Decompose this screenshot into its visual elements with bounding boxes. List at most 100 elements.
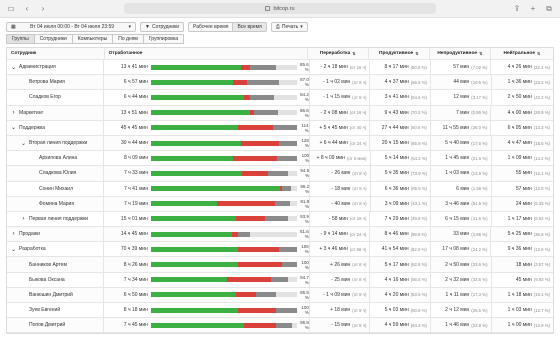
tab-grouping[interactable]: Группировка [142,34,184,44]
overtime-value: - 25 мин [331,276,351,283]
table-row[interactable]: Быкова Оксана 7 ч 34 мин 94.7 % - 25 мин (от… [7,272,553,288]
neutral-cell: 18 мин (3.57 %) [490,257,553,272]
chevron-down-icon: ▾ [300,24,303,30]
table-row[interactable]: ⌄ Поддержка 45 ч 45 мин 114 % + 5 ч 45 мин (о… [7,120,553,136]
all-time-button[interactable]: Все время [233,22,267,32]
productive-value: 5 ч 35 мин [384,170,409,177]
column-header-neutral[interactable]: Нейтральное ⇅ [489,48,553,59]
table-row[interactable]: Ванюшин Дмитрий 6 ч 50 мин 85.5 % - 1 ч 09 … [7,287,553,303]
worked-time: 7 ч 34 мин [123,276,148,283]
productive-cell: 7 ч 29 мин (49.8 %) [369,211,430,227]
tab-groups[interactable]: Группы [6,34,35,44]
employee-name[interactable]: Маркетинг [19,110,43,116]
employee-name[interactable]: Зуев Евгений [29,307,60,313]
productive-segment [150,246,239,252]
tab-employees[interactable]: Сотрудники [33,34,73,44]
table-row[interactable]: Сонин Михаил 7 ч 41 мин 96.2 % - 18 мин (от … [7,181,553,197]
employee-name[interactable]: Поддержка [19,125,45,131]
unproductive-segment [241,64,250,70]
expand-toggle-icon[interactable]: › [11,110,16,116]
worked-time: 70 ч 39 мин [120,246,148,253]
employee-name[interactable]: Сладкова Юлия [39,170,76,176]
worked-cell: 6 ч 50 мин 85.5 % [102,287,309,302]
neutral-segment [249,64,277,70]
table-row[interactable]: Архипова Алина 8 ч 09 мин 100 % + 8 ч 09 ми… [7,151,553,167]
employee-name[interactable]: Первая линия поддержки [29,216,88,222]
employee-name[interactable]: Фомина Мария [39,201,74,207]
worked-cell: 6 ч 44 мин 84.2 % [102,90,309,105]
forward-icon[interactable]: › [38,4,48,14]
work-time-button[interactable]: Рабочее время [188,22,234,32]
new-tab-icon[interactable]: + [528,4,538,14]
neutral-percent: (42.2 %) [533,94,551,100]
neutral-cell: 4 ч 00 мин (28.9 %) [490,105,553,120]
table-row[interactable]: ⌄ Вторая линия поддержки 30 ч 44 мин 128 % +… [7,135,553,152]
back-icon[interactable]: ‹ [22,4,32,14]
expand-toggle-icon[interactable]: ⌄ [21,140,26,147]
date-range-picker[interactable]: ▦ Вт 04 июля 00:00 - Вт 04 июля 23:59 ▾ [6,22,136,32]
column-header-employee[interactable]: Сотрудник [7,51,104,56]
productive-segment [150,216,236,222]
neutral-percent: (13.6 %) [533,246,550,252]
expand-toggle-icon[interactable]: › [21,216,26,222]
tabs-overview-icon[interactable]: ⧉ [544,4,554,14]
table-row[interactable]: › Маркетинг 13 ч 51 мин 86.6 % - 2 ч 08 мин(… [7,105,553,121]
unproductive-segment [238,246,280,252]
employee-name[interactable]: Сонин Михаил [39,186,73,192]
share-icon[interactable]: ⇪ [512,4,522,14]
employee-name[interactable]: Банников Артем [29,262,67,268]
employee-name[interactable]: Сладков Егор [29,94,61,100]
worked-percent: 61.6 % [299,229,309,240]
employee-name[interactable]: Быкова Оксана [29,277,65,283]
table-row[interactable]: › Продажи 14 ч 45 мин 61.6 % - 9 ч 14 мин (от… [7,227,553,243]
expand-toggle-icon[interactable]: ⌄ [11,246,16,253]
tab-computers[interactable]: Компьютеры [71,34,114,44]
neutral-percent: (19.1 %) [533,292,551,298]
employee-name[interactable]: Архипова Алина [39,155,77,161]
activity-bar [151,155,298,161]
table-row[interactable]: › Первая линия поддержки 15 ч 01 мин 93.9 %… [7,211,553,228]
neutral-cell: 1 ч 03 мин (12.7 %) [490,303,553,318]
table-row[interactable]: Банников Артем 8 ч 26 мин 100 % + 26 мин (от… [7,257,553,273]
productive-value: 8 ч 17 мин [384,64,409,71]
table-row[interactable]: Сладков Егор 6 ч 44 мин 84.2 % - 1 ч 15 мин… [7,90,553,106]
unproductive-cell: 2 ч 50 мин (33.6 %) [429,257,491,272]
column-header-overtime[interactable]: Переработка ⇅ [306,48,368,59]
employee-name[interactable]: Администрация [19,64,56,70]
productive-cell: 8 ч 46 мин (59.5 %) [369,227,430,242]
employee-name[interactable]: Вторая линия поддержки [29,140,87,146]
expand-toggle-icon[interactable]: › [11,231,16,237]
table-row[interactable]: Попов Дмитрий 7 ч 45 мин 96.8 % - 15 мин (от… [7,318,553,334]
unproductive-segment [235,292,256,298]
employee-name[interactable]: Разработка [19,246,46,252]
column-header-unproductive[interactable]: Непродуктивное ⇅ [428,48,490,59]
table-row[interactable]: ⌄ Разработка 70 ч 39 мин 106 % + 3 ч 46 мин(… [7,242,553,258]
table-row[interactable]: ⌄ Администрация 13 ч 41 мин 85.6 % - 2 ч 18 … [7,60,553,76]
unproductive-percent: (17.6 %) [471,140,488,146]
neutral-percent: (8.52 %) [533,216,551,222]
column-header-label: Непродуктивное [437,51,478,56]
column-header-worked[interactable]: Отработанное [103,48,307,59]
employee-name[interactable]: Попов Дмитрий [29,322,65,328]
table-row[interactable]: Зуев Евгений 8 ч 18 мин 100 % + 18 мин (от 8… [7,303,553,319]
expand-toggle-icon[interactable]: ⌄ [11,64,16,71]
unproductive-cell: 5 ч 40 мин (17.6 %) [429,135,491,151]
table-row[interactable]: Фомина Мария 7 ч 19 мин 91.8 % - 40 мин (от … [7,196,553,212]
employee-name[interactable]: Ветрова Мария [29,79,65,85]
unproductive-percent: (13.9 %) [471,170,488,176]
employee-name[interactable]: Продажи [19,231,40,237]
worked-cell: 6 ч 57 мин 87.0 % [102,75,309,90]
address-bar[interactable]: bitcop.ru [124,3,436,14]
table-row[interactable]: Сладкова Юлия 7 ч 33 мин 94.5 % - 26 мин (от… [7,166,553,182]
expand-toggle-icon[interactable]: ⌄ [11,124,16,131]
employees-filter-button[interactable]: ▼ Сотрудники [140,22,185,32]
table-row[interactable]: Ветрова Мария 6 ч 57 мин 87.0 % - 1 ч 02 ми… [7,75,553,91]
table-body: ⌄ Администрация 13 ч 41 мин 85.6 % - 2 ч 18 … [7,60,553,334]
sidebar-toggle-icon[interactable]: ▭ [6,4,16,14]
worked-time: 13 ч 41 мин [120,64,148,71]
print-button[interactable]: ⎙ Печать ▾ [270,22,308,32]
employee-name[interactable]: Ванюшин Дмитрий [29,292,73,298]
column-header-productive[interactable]: Продуктивное ⇅ [367,48,429,59]
overtime-cell: - 1 ч 15 мин (от 8 ч) [308,90,370,105]
tab-by-days[interactable]: По дням [112,34,144,44]
